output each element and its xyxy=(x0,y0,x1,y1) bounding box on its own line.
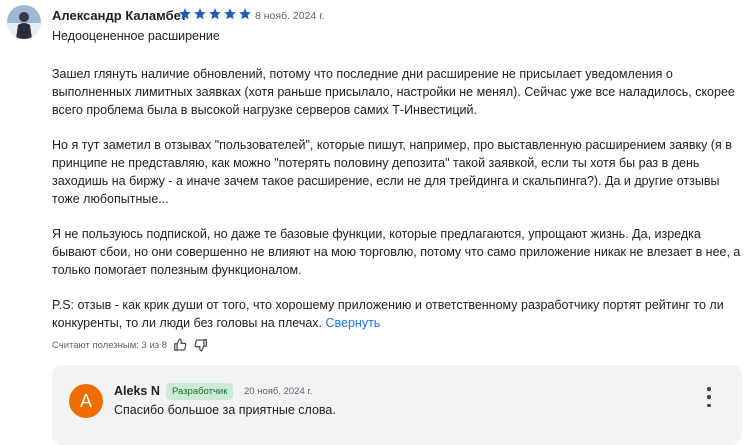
collapse-link[interactable]: Свернуть xyxy=(326,316,381,330)
review-body: Зашел глянуть наличие обновлений, потому… xyxy=(52,65,742,332)
star-icon xyxy=(179,8,191,20)
developer-reply: A Aleks N Разработчик 20 нояб. 2024 г. С… xyxy=(52,365,742,445)
developer-avatar: A xyxy=(69,384,103,418)
reply-text: Спасибо большое за приятные слова. xyxy=(114,403,336,417)
review-paragraph: Зашел глянуть наличие обновлений, потому… xyxy=(52,67,735,117)
review-date: 8 нояб. 2024 г. xyxy=(255,10,325,22)
thumbs-up-icon[interactable] xyxy=(173,338,187,352)
helpful-count: Считают полезным: 3 из 8 xyxy=(52,339,168,351)
reviewer-avatar xyxy=(7,5,41,39)
reviewer-name: Александр Каламбет xyxy=(52,8,188,23)
star-icon xyxy=(194,8,206,20)
star-icon xyxy=(209,8,221,20)
review-paragraph: Но я тут заметил в отзывах "пользователе… xyxy=(52,138,732,206)
star-icon xyxy=(224,8,236,20)
review-paragraph: P.S: отзыв - как крик души от того, что … xyxy=(52,296,742,332)
more-vert-icon[interactable] xyxy=(700,387,718,407)
star-icon xyxy=(239,8,251,20)
review-paragraph: Я не пользуюсь подпиской, но даже те баз… xyxy=(52,227,741,277)
review-title: Недооцененное расширение xyxy=(52,29,220,43)
rating-stars xyxy=(178,7,252,23)
reply-date: 20 нояб. 2024 г. xyxy=(244,386,313,397)
thumbs-down-icon[interactable] xyxy=(194,338,208,352)
developer-name: Aleks N xyxy=(114,384,160,398)
developer-badge: Разработчик xyxy=(166,383,234,400)
review-paragraph-text: P.S: отзыв - как крик души от того, что … xyxy=(52,298,724,330)
helpful-row: Считают полезным: 3 из 8 xyxy=(52,338,208,352)
